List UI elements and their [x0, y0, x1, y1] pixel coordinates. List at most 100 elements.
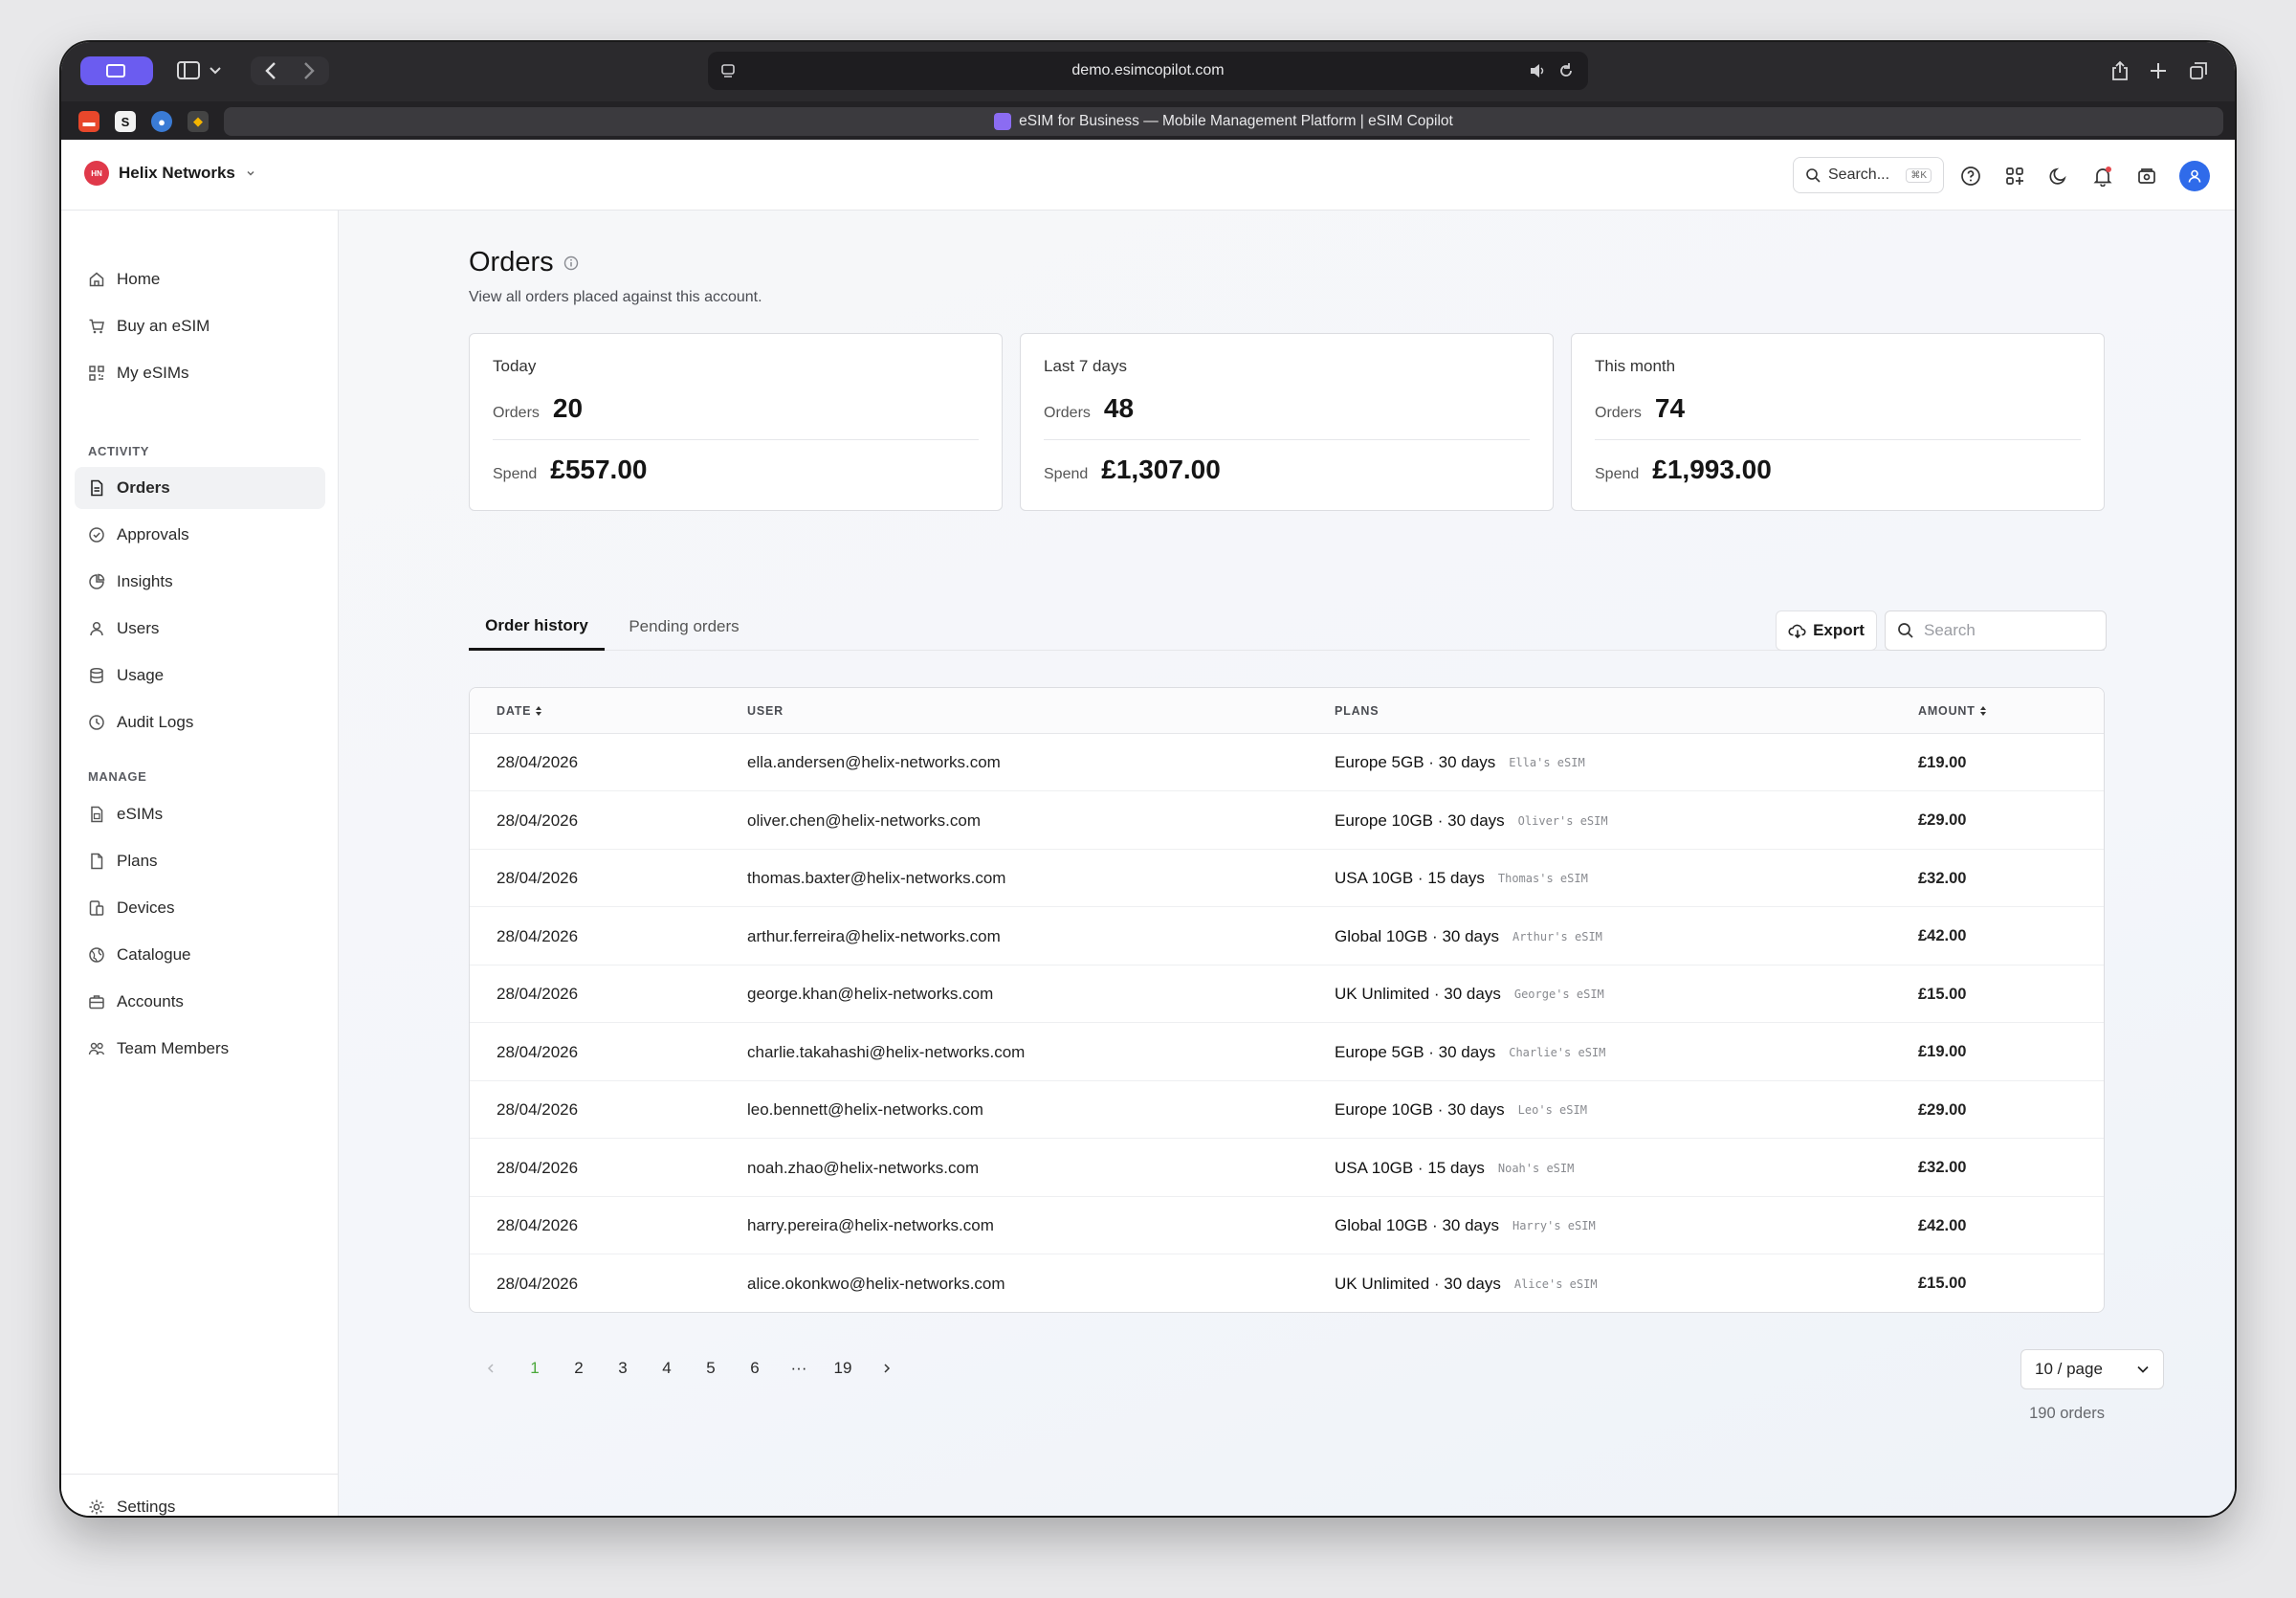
column-amount-label: AMOUNT — [1918, 704, 1976, 718]
page-size-select[interactable]: 10 / page — [2020, 1349, 2164, 1389]
new-tab-icon[interactable] — [2145, 57, 2172, 84]
sidebar-toggle-icon[interactable] — [174, 57, 228, 84]
help-icon[interactable] — [1959, 165, 1982, 188]
stat-spend-value: £557.00 — [550, 455, 648, 484]
orders-search-input[interactable] — [1924, 621, 2086, 640]
globe-icon — [89, 947, 104, 963]
stat-card-this-month: This month Orders 74 Spend £1,993.00 — [1571, 333, 2105, 511]
forward-icon[interactable] — [295, 57, 323, 84]
sidebar-item-orders[interactable]: Orders — [75, 467, 325, 509]
active-browser-tab[interactable]: eSIM for Business — Mobile Management Pl… — [224, 107, 2223, 136]
table-row[interactable]: 28/04/2026 oliver.chen@helix-networks.com… — [470, 792, 2104, 850]
sidebar-item-insights[interactable]: Insights — [75, 561, 325, 603]
tab-pending-orders[interactable]: Pending orders — [605, 603, 763, 651]
gear-icon — [89, 1499, 104, 1515]
pinned-tab-icon[interactable]: ▬ — [78, 111, 99, 132]
page-settings-icon[interactable] — [719, 62, 737, 79]
search-icon — [1806, 168, 1821, 183]
stat-orders-label: Orders — [1044, 405, 1091, 421]
cell-user: ella.andersen@helix-networks.com — [747, 753, 1001, 771]
audio-icon[interactable] — [1529, 63, 1546, 78]
cell-plan: Europe 10GB · 30 days Leo's eSIM — [1335, 1081, 1587, 1139]
sidebar-item-buy-esim[interactable]: Buy an eSIM — [75, 305, 325, 347]
sidebar-item-label: Accounts — [117, 992, 184, 1010]
sidebar-item-home[interactable]: Home — [75, 258, 325, 300]
cell-amount: £19.00 — [1918, 753, 1967, 771]
back-icon[interactable] — [256, 57, 285, 84]
cell-date: 28/04/2026 — [497, 1100, 579, 1119]
sidebar-item-my-esims[interactable]: My eSIMs — [75, 352, 325, 394]
pinned-tab-icon[interactable]: ● — [151, 111, 172, 132]
stat-orders-value: 48 — [1103, 393, 1135, 423]
page-button[interactable]: 2 — [557, 1349, 601, 1387]
sidebar-item-users[interactable]: Users — [75, 608, 325, 650]
cell-amount: £32.00 — [1918, 1159, 1967, 1176]
page-button[interactable]: 3 — [601, 1349, 645, 1387]
org-switcher[interactable]: HN Helix Networks — [84, 161, 256, 186]
sidebar-item-accounts[interactable]: Accounts — [75, 981, 325, 1023]
column-date[interactable]: DATE — [497, 704, 542, 718]
plan-name: USA 10GB · 15 days — [1335, 869, 1485, 887]
pinned-tab-icon[interactable]: S — [115, 111, 136, 132]
page-ellipsis[interactable]: ··· — [777, 1349, 821, 1387]
plan-name: UK Unlimited · 30 days — [1335, 985, 1501, 1003]
table-row[interactable]: 28/04/2026 arthur.ferreira@helix-networks… — [470, 908, 2104, 965]
cell-date: 28/04/2026 — [497, 753, 579, 771]
page-button[interactable]: 1 — [513, 1349, 557, 1387]
table-row[interactable]: 28/04/2026 thomas.baxter@helix-networks.c… — [470, 850, 2104, 907]
profile-button[interactable] — [80, 56, 153, 85]
sort-icon — [536, 706, 542, 716]
cell-plan: UK Unlimited · 30 days George's eSIM — [1335, 965, 1604, 1023]
global-search-button[interactable]: Search... ⌘K — [1793, 157, 1944, 193]
esim-name: Harry's eSIM — [1512, 1219, 1596, 1232]
esim-name: Arthur's eSIM — [1512, 929, 1602, 943]
table-row[interactable]: 28/04/2026 charlie.takahashi@helix-networ… — [470, 1024, 2104, 1081]
address-bar[interactable]: demo.esimcopilot.com — [708, 52, 1588, 90]
sidebar-item-settings[interactable]: Settings — [75, 1486, 325, 1516]
moon-icon[interactable] — [2047, 165, 2070, 188]
cell-plan: Global 10GB · 30 days Harry's eSIM — [1335, 1197, 1596, 1254]
table-row[interactable]: 28/04/2026 george.khan@helix-networks.com… — [470, 965, 2104, 1023]
sidebar-item-audit-logs[interactable]: Audit Logs — [75, 701, 325, 744]
bell-icon[interactable] — [2091, 165, 2114, 188]
pinned-tab-icon[interactable]: ◆ — [188, 111, 209, 132]
page-button[interactable]: 5 — [689, 1349, 733, 1387]
sidebar-item-esims[interactable]: eSIMs — [75, 793, 325, 835]
export-label: Export — [1813, 621, 1865, 639]
sidebar-item-plans[interactable]: Plans — [75, 840, 325, 882]
cell-date: 28/04/2026 — [497, 869, 579, 887]
tab-order-history[interactable]: Order history — [469, 603, 605, 651]
info-icon[interactable] — [563, 255, 579, 271]
column-amount[interactable]: AMOUNT — [1918, 704, 1987, 718]
table-row[interactable]: 28/04/2026 noah.zhao@helix-networks.com US… — [470, 1140, 2104, 1197]
cell-date: 28/04/2026 — [497, 1158, 579, 1177]
sidebar-item-approvals[interactable]: Approvals — [75, 514, 325, 556]
cell-date: 28/04/2026 — [497, 926, 579, 945]
table-row[interactable]: 28/04/2026 ella.andersen@helix-networks.c… — [470, 734, 2104, 791]
sidebar-item-team-members[interactable]: Team Members — [75, 1028, 325, 1070]
sidebar-item-usage[interactable]: Usage — [75, 655, 325, 697]
sidebar-item-label: Catalogue — [117, 945, 191, 964]
prev-page-icon[interactable] — [469, 1349, 513, 1387]
table-row[interactable]: 28/04/2026 leo.bennett@helix-networks.com… — [470, 1081, 2104, 1139]
export-button[interactable]: Export — [1776, 610, 1877, 651]
tab-overview-icon[interactable] — [2185, 57, 2212, 84]
reload-icon[interactable] — [1557, 62, 1575, 79]
share-icon[interactable] — [2107, 57, 2133, 84]
esim-name: Ella's eSIM — [1509, 756, 1585, 769]
page-button[interactable]: 19 — [821, 1349, 865, 1387]
sidebar-item-label: eSIMs — [117, 805, 164, 823]
sidebar-item-devices[interactable]: Devices — [75, 887, 325, 929]
table-row[interactable]: 28/04/2026 alice.okonkwo@helix-networks.c… — [470, 1255, 2104, 1313]
user-avatar[interactable] — [2179, 161, 2210, 191]
wallet-icon[interactable] — [2135, 165, 2158, 188]
stat-orders-label: Orders — [493, 405, 540, 421]
next-page-icon[interactable] — [865, 1349, 909, 1387]
table-row[interactable]: 28/04/2026 harry.pereira@helix-networks.c… — [470, 1197, 2104, 1254]
sidebar-section-manage: MANAGE — [88, 769, 147, 784]
sidebar-item-catalogue[interactable]: Catalogue — [75, 934, 325, 976]
apps-grid-icon[interactable] — [2003, 165, 2026, 188]
column-user-label: USER — [747, 704, 784, 718]
page-button[interactable]: 6 — [733, 1349, 777, 1387]
page-button[interactable]: 4 — [645, 1349, 689, 1387]
